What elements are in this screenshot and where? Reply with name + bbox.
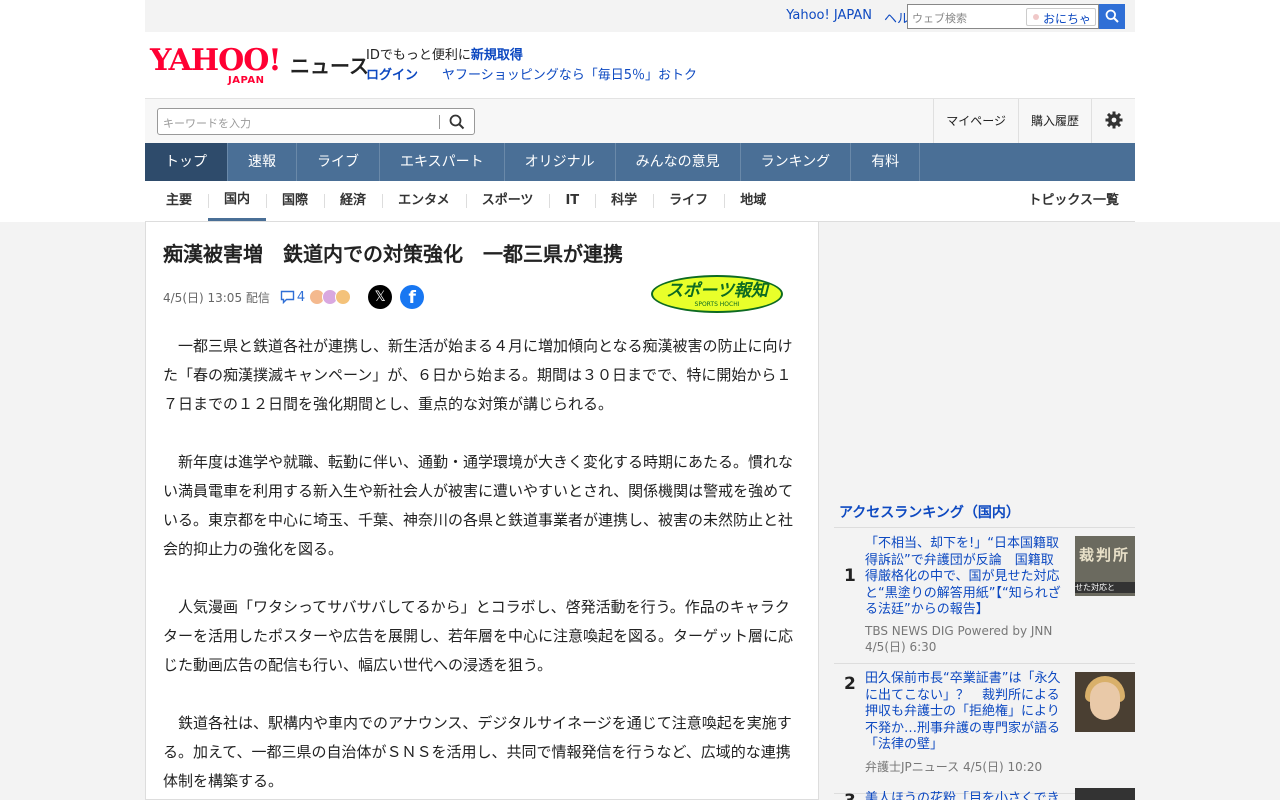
suggest-label: おにちゃ (1043, 12, 1092, 26)
category-items: 主要 国内 国際 経済 エンタメ スポーツ IT 科学 ライフ 地域 (150, 181, 782, 221)
topics-list-link[interactable]: トピックス一覧 (1028, 181, 1119, 221)
article-body: 一都三県と鉄道各社が連携し、新生活が始まる４月に増加傾向となる痴漢被害の防止に向… (163, 332, 803, 800)
promo-text: IDでもっと便利に (366, 48, 471, 63)
source-logo[interactable]: スポーツ報知 SPORTS HOCHI (651, 275, 783, 313)
article-paragraph: 鉄道各社は、駅構内や車内でのアナウンス、デジタルサイネージを通じて注意喚起を実施… (163, 714, 792, 790)
web-search-placeholder: ウェブ検索 (912, 12, 967, 25)
nav-tab[interactable]: ライブ (297, 143, 380, 181)
yahoo-logo-japan: JAPAN (228, 75, 265, 86)
source-logo-sub: SPORTS HOCHI (694, 301, 740, 308)
category-nav: 主要 国内 国際 経済 エンタメ スポーツ IT 科学 ライフ 地域 トピックス一覧 (145, 181, 1135, 222)
keyword-search-input[interactable]: キーワードを入力 (157, 108, 475, 135)
mypage-link[interactable]: マイページ (933, 99, 1018, 143)
facebook-share-icon[interactable]: f (400, 285, 425, 309)
category-tab[interactable]: 国内 (208, 181, 267, 221)
user-links: マイページ 購入履歴 (933, 99, 1135, 143)
nav-tab[interactable]: みんなの意見 (616, 143, 741, 181)
article: 痴漢被害増 鉄道内での対策強化 一都三県が連携 4/5(日) 13:05 配信 … (145, 222, 819, 800)
access-ranking: アクセスランキング（国内） 1 「不相当、却下を!」“日本国籍取得訴訟”で弁護団… (834, 500, 1135, 800)
ranking-source-name: 弁護士JPニュース (865, 760, 960, 774)
category-tab[interactable]: 国際 (266, 181, 324, 221)
main-nav: トップ 速報 ライブ エキスパート オリジナル みんなの意見 ランキング 有料 (145, 143, 1135, 181)
header-promo: IDでもっと便利に新規取得 ログイン ヤフーショッピングなら「毎日5％」おトク (366, 46, 697, 86)
source-logo-text: スポーツ報知 (666, 281, 768, 301)
purchase-history-link[interactable]: 購入履歴 (1017, 99, 1091, 143)
article-paragraph: 新年度は進学や就職、転勤に伴い、通勤・通学環境が大きく変化する時期にあたる。慣れ… (163, 453, 794, 558)
web-search-button[interactable] (1099, 4, 1125, 29)
search-icon (1105, 9, 1119, 23)
comment-link[interactable]: 4 (280, 290, 305, 305)
category-tab[interactable]: 主要 (150, 181, 208, 221)
reaction-faces[interactable] (309, 289, 352, 305)
web-search-input[interactable]: ウェブ検索 おにちゃ (907, 4, 1099, 29)
suggest-dot-icon (1033, 14, 1039, 20)
nav-tab[interactable]: エキスパート (380, 143, 505, 181)
ranking-item[interactable]: 3 美人ほうの花粉「目を小さくでき (834, 788, 1135, 800)
category-tab[interactable]: エンタメ (382, 181, 466, 221)
ranking-time: 4/5(日) 6:30 (865, 640, 937, 654)
ranking-item-title[interactable]: 田久保前市長“卒業証書”は「永久に出てこない」？ 裁判所による押収も弁護士の「拒… (865, 671, 1065, 754)
ranking-title[interactable]: アクセスランキング（国内） (834, 500, 1135, 528)
service-name: ニュース (290, 54, 369, 78)
search-icon[interactable] (449, 114, 465, 130)
login-link[interactable]: ログイン (366, 68, 418, 83)
comment-count: 4 (296, 289, 306, 305)
shopping-promo-link[interactable]: ヤフーショッピングなら「毎日5％」おトク (442, 68, 697, 83)
article-meta: 4/5(日) 13:05 配信 4 𝕏 f (163, 282, 425, 312)
ranking-item[interactable]: 1 「不相当、却下を!」“日本国籍取得訴訟”で弁護団が反論 国籍取得厳格化の中で… (834, 528, 1135, 664)
category-tab[interactable]: ライフ (653, 181, 724, 221)
utility-links: Yahoo! JAPAN ヘルプ (786, 8, 923, 27)
category-tab[interactable]: 地域 (724, 181, 782, 221)
ranking-item-source: TBS NEWS DIG Powered by JNN 4/5(日) 6:30 (865, 623, 1065, 655)
reaction-icon (335, 289, 352, 305)
search-row: キーワードを入力 マイページ 購入履歴 (145, 98, 1135, 143)
comment-icon (280, 290, 295, 304)
nav-tab[interactable]: トップ (145, 143, 228, 181)
settings-button[interactable] (1091, 99, 1135, 143)
rank-number: 2 (844, 674, 856, 694)
category-tab[interactable]: 科学 (595, 181, 653, 221)
category-tab[interactable]: 経済 (324, 181, 382, 221)
article-paragraph: 人気漫画「ワタシってサバサバしてるから」とコラボし、啓発活動を行う。作品のキャラ… (163, 598, 794, 674)
gear-icon (1105, 111, 1123, 129)
publish-time: 4/5(日) 13:05 配信 (163, 290, 270, 305)
nav-tab[interactable]: ランキング (741, 143, 852, 181)
utility-bar: Yahoo! JAPAN ヘルプ ウェブ検索 おにちゃ (145, 0, 1135, 32)
yahoo-japan-link[interactable]: Yahoo! JAPAN (786, 8, 872, 27)
article-headline: 痴漢被害増 鉄道内での対策強化 一都三県が連携 (163, 242, 623, 266)
register-link[interactable]: 新規取得 (471, 48, 523, 63)
rank-number: 3 (844, 791, 856, 800)
yahoo-logo-text: YAHOO! (150, 43, 282, 78)
ranking-thumbnail[interactable] (1075, 672, 1135, 732)
category-tab[interactable]: IT (549, 181, 595, 221)
ranking-item-title[interactable]: 「不相当、却下を!」“日本国籍取得訴訟”で弁護団が反論 国籍取得厳格化の中で、国… (865, 536, 1065, 619)
article-paragraph: 一都三県と鉄道各社が連携し、新生活が始まる４月に増加傾向となる痴漢被害の防止に向… (163, 337, 793, 413)
x-share-icon[interactable]: 𝕏 (368, 285, 393, 309)
thumbnail-face (1090, 682, 1120, 720)
site-header: YAHOO! JAPAN ニュース IDでもっと便利に新規取得 ログイン ヤフーシ… (145, 32, 1135, 98)
thumbnail-caption: せた対応と (1075, 582, 1135, 593)
nav-tab[interactable]: 速報 (228, 143, 297, 181)
search-suggest-chip[interactable]: おにちゃ (1026, 8, 1096, 26)
ranking-source-name: TBS NEWS DIG Powered by JNN (865, 624, 1053, 638)
thumbnail-sign-text: 裁判所 (1079, 546, 1131, 564)
ranking-time: 4/5(日) 10:20 (963, 760, 1043, 774)
yahoo-news-logo[interactable]: YAHOO! JAPAN ニュース (150, 43, 369, 87)
ranking-item[interactable]: 2 田久保前市長“卒業証書”は「永久に出てこない」？ 裁判所による押収も弁護士の… (834, 664, 1135, 794)
ranking-item-title[interactable]: 美人ほうの花粉「目を小さくでき (865, 791, 1065, 800)
ranking-item-source: 弁護士JPニュース 4/5(日) 10:20 (865, 759, 1065, 775)
ranking-thumbnail[interactable]: 裁判所 せた対応と (1075, 536, 1135, 596)
search-divider (439, 115, 440, 129)
nav-tab[interactable]: 有料 (851, 143, 921, 181)
category-tab[interactable]: スポーツ (465, 181, 550, 221)
nav-tab[interactable]: オリジナル (505, 143, 616, 181)
keyword-placeholder: キーワードを入力 (163, 117, 251, 130)
rank-number: 1 (844, 566, 856, 586)
ranking-thumbnail[interactable] (1075, 788, 1135, 800)
